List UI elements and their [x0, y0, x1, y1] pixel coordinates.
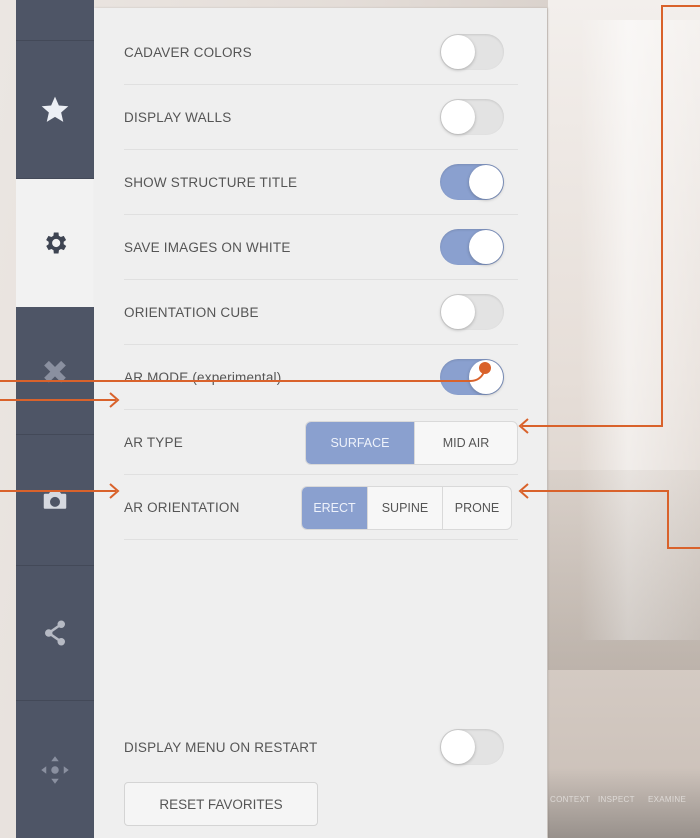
- setting-orientation-cube: ORIENTATION CUBE: [124, 280, 518, 345]
- toggle-knob: [441, 295, 475, 329]
- setting-label: AR MODE (experimental): [124, 369, 282, 385]
- ar-orientation-supine-option[interactable]: SUPINE: [368, 487, 443, 529]
- ar-orientation-prone-option[interactable]: PRONE: [443, 487, 511, 529]
- bottom-bar-label-inspect: INSPECT: [598, 795, 635, 804]
- ar-orientation-erect-option[interactable]: ERECT: [302, 487, 368, 529]
- sidebar-top-spacer: [16, 0, 94, 41]
- setting-display-menu-on-restart: DISPLAY MENU ON RESTART: [124, 715, 518, 779]
- share-icon: [45, 620, 65, 646]
- setting-label: DISPLAY WALLS: [124, 109, 232, 125]
- reset-favorites-button[interactable]: RESET FAVORITES: [124, 782, 318, 826]
- move-arrows-icon: [41, 755, 69, 784]
- cadaver-colors-toggle[interactable]: [440, 34, 504, 70]
- gear-icon: [46, 232, 67, 254]
- setting-display-walls: DISPLAY WALLS: [124, 85, 518, 150]
- background-scene: CONTEXT INSPECT EXAMINE: [548, 0, 700, 838]
- ar-type-surface-option[interactable]: SURFACE: [306, 422, 415, 464]
- setting-label: AR ORIENTATION: [124, 499, 240, 515]
- setting-label: ORIENTATION CUBE: [124, 304, 259, 320]
- toggle-knob: [469, 165, 503, 199]
- ar-type-mid-air-option[interactable]: MID AIR: [415, 422, 517, 464]
- ar-mode-toggle[interactable]: [440, 359, 504, 395]
- sidebar-item-move[interactable]: [16, 701, 94, 838]
- setting-save-images-on-white: SAVE IMAGES ON WHITE: [124, 215, 518, 280]
- setting-label: AR TYPE: [124, 434, 183, 450]
- ar-orientation-segmented-control: ERECT SUPINE PRONE: [301, 486, 512, 530]
- toggle-knob: [469, 360, 503, 394]
- sidebar-item-camera[interactable]: [16, 435, 94, 566]
- background-shelf: [548, 470, 700, 670]
- save-images-on-white-toggle[interactable]: [440, 229, 504, 265]
- setting-label: SHOW STRUCTURE TITLE: [124, 174, 298, 190]
- bottom-bar-label-examine: EXAMINE: [648, 795, 687, 804]
- show-structure-title-toggle[interactable]: [440, 164, 504, 200]
- display-walls-toggle[interactable]: [440, 99, 504, 135]
- setting-ar-type: AR TYPE SURFACE MID AIR: [124, 410, 518, 475]
- toggle-knob: [469, 230, 503, 264]
- display-menu-on-restart-toggle[interactable]: [440, 729, 504, 765]
- sidebar: [16, 0, 94, 838]
- setting-ar-orientation: AR ORIENTATION ERECT SUPINE PRONE: [124, 475, 518, 540]
- camera-icon: [43, 491, 67, 509]
- setting-ar-mode: AR MODE (experimental): [124, 345, 518, 410]
- setting-show-structure-title: SHOW STRUCTURE TITLE: [124, 150, 518, 215]
- bottom-bar-label-context: CONTEXT: [550, 795, 591, 804]
- star-icon: [41, 96, 69, 122]
- setting-label: DISPLAY MENU ON RESTART: [124, 739, 318, 755]
- setting-label: CADAVER COLORS: [124, 44, 252, 60]
- sidebar-item-share[interactable]: [16, 566, 94, 701]
- orientation-cube-toggle[interactable]: [440, 294, 504, 330]
- sidebar-item-settings[interactable]: [16, 179, 94, 307]
- sidebar-item-favorites[interactable]: [16, 41, 94, 179]
- setting-cadaver-colors: CADAVER COLORS: [124, 20, 518, 85]
- sidebar-item-draw[interactable]: [16, 308, 94, 435]
- toggle-knob: [441, 730, 475, 764]
- settings-panel: CADAVER COLORS DISPLAY WALLS SHOW STRUCT…: [94, 8, 547, 838]
- toggle-knob: [441, 35, 475, 69]
- toggle-knob: [441, 100, 475, 134]
- setting-label: SAVE IMAGES ON WHITE: [124, 239, 291, 255]
- ar-type-segmented-control: SURFACE MID AIR: [305, 421, 518, 465]
- pencil-ruler-icon: [44, 360, 66, 383]
